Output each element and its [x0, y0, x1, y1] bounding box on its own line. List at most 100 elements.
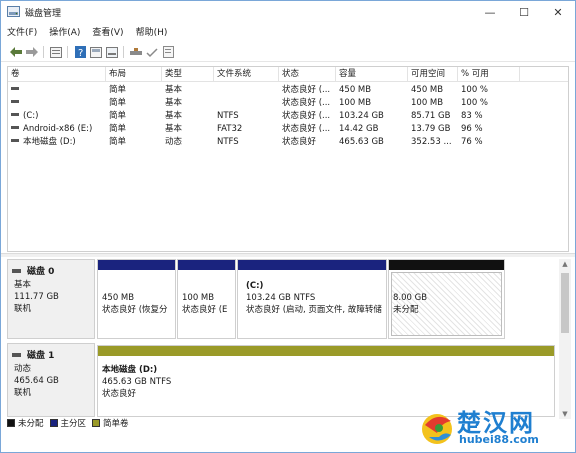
help-button[interactable]: ?: [73, 45, 87, 59]
maximize-button[interactable]: ☐: [507, 1, 541, 23]
scroll-up-icon[interactable]: ▲: [559, 259, 571, 269]
cell-type: 基本: [165, 85, 183, 95]
menu-view[interactable]: 查看(V): [86, 25, 129, 41]
minimize-button[interactable]: —: [473, 1, 507, 23]
table-row[interactable]: 简单 基本 状态良好 (... 100 MB 100 MB 100 %: [8, 97, 568, 110]
table-row[interactable]: 简单 基本 状态良好 (... 450 MB 450 MB 100 %: [8, 84, 568, 97]
checkmark-icon: [146, 47, 158, 57]
partition-size: 8.00 GB: [393, 293, 428, 303]
menu-bar: 文件(F) 操作(A) 查看(V) 帮助(H): [1, 25, 575, 41]
disk-size: 111.77 GB: [14, 292, 59, 302]
col-header-filesystem[interactable]: 文件系统: [214, 67, 279, 82]
close-button[interactable]: ✕: [541, 1, 575, 23]
cell-layout: 简单: [109, 124, 127, 134]
legend-swatch: [92, 419, 101, 427]
partition-size: 103.24 GB NTFS: [246, 293, 316, 303]
disk-icon: [130, 47, 142, 55]
partition-size: 450 MB: [102, 293, 135, 303]
document-button[interactable]: [161, 45, 175, 59]
cell-layout: 简单: [109, 137, 127, 147]
disk-type: 基本: [14, 280, 32, 290]
partition-status: 状态良好 (启动, 页面文件, 故障转储: [246, 305, 382, 315]
col-header-type[interactable]: 类型: [162, 67, 214, 82]
table-row[interactable]: (C:) 简单 基本 NTFS 状态良好 (... 103.24 GB 85.7…: [8, 110, 568, 123]
legend-item-simple: 简单卷: [92, 417, 129, 429]
minimize-icon: —: [484, 5, 496, 19]
check-button[interactable]: [145, 45, 159, 59]
col-header-capacity[interactable]: 容量: [336, 67, 408, 82]
partition-name: (C:): [246, 281, 264, 291]
partition-status: 状态良好: [102, 389, 137, 399]
properties-button[interactable]: [49, 45, 63, 59]
col-header-free-space[interactable]: 可用空间: [408, 67, 458, 82]
partition-status: 状态良好 (E: [182, 305, 228, 315]
partition-efi[interactable]: 100 MB 状态良好 (E: [177, 259, 236, 339]
col-header-percent-free[interactable]: % 可用: [458, 67, 520, 82]
pane-splitter[interactable]: [1, 253, 575, 257]
watermark-logo-icon: [422, 414, 452, 444]
cell-percent-free: 76 %: [461, 137, 483, 147]
cell-capacity: 450 MB: [339, 85, 372, 95]
partition-c[interactable]: (C:) 103.24 GB NTFS 状态良好 (启动, 页面文件, 故障转储: [237, 259, 387, 339]
cell-percent-free: 83 %: [461, 111, 483, 121]
volume-icon: [11, 139, 19, 142]
cell-percent-free: 100 %: [461, 85, 489, 95]
disk-0-label[interactable]: 磁盘 0 基本 111.77 GB 联机: [7, 259, 95, 339]
cell-free-space: 352.53 ...: [411, 137, 452, 147]
disk-1-label[interactable]: 磁盘 1 动态 465.64 GB 联机: [7, 343, 95, 417]
settings-icon: [106, 46, 118, 58]
disk-status: 联机: [14, 304, 32, 314]
disk-size: 465.64 GB: [14, 376, 59, 386]
cell-volume: Android-x86 (E:): [23, 124, 93, 134]
partition-unallocated[interactable]: 8.00 GB 未分配: [388, 259, 505, 339]
cell-filesystem: [214, 84, 279, 97]
disk-button[interactable]: [129, 45, 143, 59]
legend-item-primary: 主分区: [49, 417, 86, 429]
cell-status: 状态良好: [282, 137, 317, 147]
col-header-volume[interactable]: 卷: [8, 67, 106, 82]
properties-icon: [50, 46, 62, 58]
partition-recovery[interactable]: 450 MB 状态良好 (恢复分: [97, 259, 176, 339]
title-bar[interactable]: 磁盘管理 — ☐ ✕: [1, 1, 575, 23]
table-row[interactable]: 本地磁盘 (D:) 简单 动态 NTFS 状态良好 465.63 GB 352.…: [8, 136, 568, 149]
partition-name: 本地磁盘 (D:): [102, 365, 158, 375]
cell-status: 状态良好 (...: [282, 98, 331, 108]
cell-type: 基本: [165, 98, 183, 108]
disk-name: 磁盘 0: [27, 267, 55, 277]
menu-help[interactable]: 帮助(H): [130, 25, 174, 41]
back-arrow-icon: [10, 47, 22, 57]
disk-management-window: 磁盘管理 — ☐ ✕ 文件(F) 操作(A) 查看(V) 帮助(H) ? 卷 布…: [0, 0, 576, 453]
cell-free-space: 100 MB: [411, 98, 444, 108]
disk-map-scrollbar[interactable]: ▲ ▼: [559, 259, 571, 419]
cell-capacity: 14.42 GB: [339, 124, 379, 134]
scroll-thumb[interactable]: [561, 273, 569, 333]
table-row[interactable]: Android-x86 (E:) 简单 基本 FAT32 状态良好 (... 1…: [8, 123, 568, 136]
svg-text:?: ?: [78, 48, 83, 58]
cell-volume: (C:): [23, 111, 39, 121]
menu-file[interactable]: 文件(F): [1, 25, 43, 41]
cell-percent-free: 100 %: [461, 98, 489, 108]
cell-volume: 本地磁盘 (D:): [23, 137, 76, 147]
cell-filesystem: [214, 97, 279, 110]
col-header-layout[interactable]: 布局: [106, 67, 162, 82]
cell-status: 状态良好 (...: [282, 124, 331, 134]
refresh-button[interactable]: [89, 45, 103, 59]
cell-free-space: 13.79 GB: [411, 124, 451, 134]
volume-list[interactable]: 卷 布局 类型 文件系统 状态 容量 可用空间 % 可用 简单 基本 状态良好 …: [7, 66, 569, 252]
cell-filesystem: NTFS: [217, 137, 239, 147]
cell-status: 状态良好 (...: [282, 111, 331, 121]
window-title: 磁盘管理: [25, 9, 62, 19]
cell-type: 基本: [165, 124, 183, 134]
settings-button[interactable]: [105, 45, 119, 59]
col-header-status[interactable]: 状态: [279, 67, 336, 82]
disk-icon: [12, 352, 21, 357]
volume-icon: [11, 126, 19, 129]
volume-icon: [11, 87, 19, 90]
cell-layout: 简单: [109, 85, 127, 95]
back-button[interactable]: [9, 45, 23, 59]
toolbar: ?: [1, 42, 575, 62]
partition-status: 状态良好 (恢复分: [102, 305, 168, 315]
cell-percent-free: 96 %: [461, 124, 483, 134]
menu-action[interactable]: 操作(A): [43, 25, 86, 41]
forward-button[interactable]: [25, 45, 39, 59]
